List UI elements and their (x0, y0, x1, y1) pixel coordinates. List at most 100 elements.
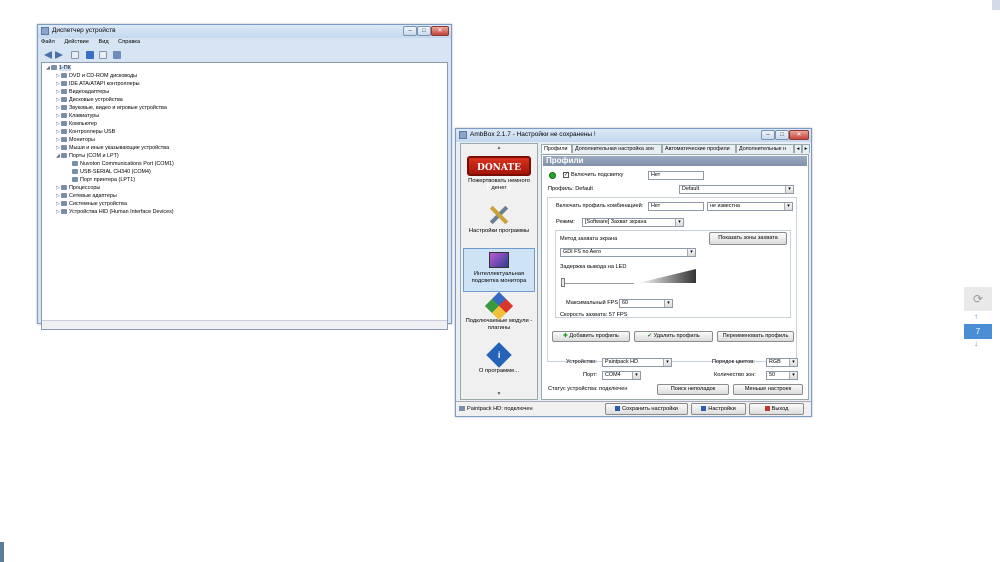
chevron-down-icon: ▾ (664, 300, 672, 307)
back-icon[interactable] (44, 51, 52, 59)
tree-child[interactable]: Nuvoton Communications Port (COM1) (72, 161, 174, 168)
window-title: AmbBox 2.1.7 - Настройки не сохранены ! (470, 131, 596, 138)
minimize-button[interactable]: – (403, 26, 417, 36)
delay-slider-thumb[interactable] (561, 278, 565, 287)
tree-node[interactable]: ▷ Сетевые адаптеры (56, 193, 117, 200)
nav-settings[interactable]: Настройки программы (463, 202, 535, 246)
delete-profile-button[interactable]: ✔ Удалить профиль (634, 331, 713, 342)
add-profile-button[interactable]: ✚ Добавить профиль (552, 331, 630, 342)
menu-file[interactable]: Файл (41, 39, 55, 45)
counter-badge[interactable]: 7 (964, 324, 992, 339)
disk-icon (61, 97, 67, 102)
tree-node[interactable]: ▷ Процессоры (56, 185, 100, 192)
settings-button[interactable]: Настройки (691, 403, 746, 415)
tree-child[interactable]: USB-SERIAL CH340 (COM4) (72, 169, 151, 176)
save-settings-button[interactable]: Сохранить настройки (605, 403, 688, 415)
chevron-down-icon: ▾ (675, 219, 683, 226)
scan-hardware-icon[interactable] (113, 51, 121, 59)
tree-node[interactable]: ▷ Мыши и иные указывающие устройства (56, 145, 169, 152)
title-bar[interactable]: Диспетчер устройств – □ ✕ (38, 25, 451, 38)
chevron-down-icon: ▾ (687, 249, 695, 256)
tab-extra[interactable]: Дополнительные н (736, 144, 794, 153)
tree-node[interactable]: ▷ Дисковые устройства (56, 97, 123, 104)
show-zones-button[interactable]: Показать зоны захвата (709, 232, 787, 245)
nav-about[interactable]: i О программе... (463, 342, 535, 388)
help-icon[interactable] (86, 51, 94, 59)
plugin-icon (484, 291, 514, 321)
scroll-down-arrow[interactable]: ▼ (461, 391, 537, 398)
maximize-button[interactable]: □ (417, 26, 431, 36)
tree-node[interactable]: ▷ Устройства HID (Human Interface Devices… (56, 209, 174, 216)
scroll-down-arrow[interactable]: ↓ (974, 339, 978, 348)
device-label: Устройство: (566, 359, 597, 365)
mouse-icon (61, 145, 67, 150)
forward-icon[interactable] (55, 51, 63, 59)
tree-node[interactable]: ▷ Клавиатуры (56, 113, 99, 120)
menu-view[interactable]: Вид (98, 39, 108, 45)
tab-scroll-left[interactable]: ◂ (794, 144, 802, 153)
device-small-icon (459, 406, 465, 411)
tree-node[interactable]: ▷ Контроллеры USB (56, 129, 115, 136)
hotkey-field[interactable]: Нет (648, 202, 704, 211)
list-icon[interactable] (99, 51, 107, 59)
horizontal-scrollbar[interactable] (42, 320, 447, 329)
scrollbar-edge[interactable] (992, 0, 1000, 10)
tree-node[interactable]: ▷ DVD и CD-ROM дисководы (56, 73, 137, 80)
tree-node[interactable]: ▷ Видеоадаптеры (56, 89, 109, 96)
tab-auto-profiles[interactable]: Автоматические профили (662, 144, 736, 153)
scroll-up-arrow[interactable]: ▲ (461, 145, 537, 152)
enable-light-checkbox[interactable]: ✓ (563, 172, 569, 178)
mode-select[interactable]: [Software] Захват экрана ▾ (582, 218, 684, 227)
tree-node[interactable]: ▷ Системные устройства (56, 201, 127, 208)
maximize-button[interactable]: □ (775, 130, 789, 140)
tree-node[interactable]: ▷ Мониторы (56, 137, 95, 144)
exit-button[interactable]: Выход (749, 403, 804, 415)
panel-title: Профили (543, 156, 807, 166)
device-select[interactable]: Paintpack HD ▾ (602, 358, 672, 367)
menu-action[interactable]: Действие (64, 39, 89, 45)
tree-node[interactable]: ▷ Компьютер (56, 121, 97, 128)
nav-donate[interactable]: DONATE NOW Пожертвовать немного денег (463, 154, 535, 198)
port-select[interactable]: COM4 ▾ (602, 371, 641, 380)
max-fps-label: Максимальный FPS (566, 300, 619, 306)
max-fps-select[interactable]: 60 ▾ (619, 299, 673, 308)
tab-scroll-right[interactable]: ▸ (802, 144, 810, 153)
tree-node[interactable]: ◢ Порты (COM и LPT) (56, 153, 119, 160)
delay-slider-track[interactable] (562, 283, 634, 284)
donate-button[interactable]: DONATE NOW (467, 156, 531, 193)
properties-icon[interactable] (71, 51, 79, 59)
hotkey-state-select[interactable]: не известна ▾ (707, 202, 793, 211)
nav-plugins[interactable]: Подключаемые модули - плагины (463, 291, 535, 338)
enable-light-hotkey[interactable]: Нет (648, 171, 704, 180)
less-settings-button[interactable]: Меньше настроек (733, 384, 803, 395)
close-button[interactable]: ✕ (431, 26, 449, 36)
tab-zones[interactable]: Дополнительная настройка зон (572, 144, 662, 153)
tree-root[interactable]: ◢ 1-ПК (46, 65, 71, 72)
minimize-button[interactable]: – (761, 130, 775, 140)
device-manager-window: Диспетчер устройств – □ ✕ Файл Действие … (37, 24, 452, 330)
chevron-down-icon: ▾ (785, 186, 793, 193)
tree-node[interactable]: ▷ Звуковые, видео и игровые устройства (56, 105, 167, 112)
computer-icon (61, 121, 67, 126)
menu-help[interactable]: Справка (118, 39, 140, 45)
dvd-icon (61, 73, 67, 78)
tree-child[interactable]: Порт принтера (LPT1) (72, 177, 135, 184)
chevron-down-icon: ▾ (789, 372, 797, 379)
nav-panel: ▲ DONATE NOW Пожертвовать немного денег … (460, 143, 538, 400)
profile-select[interactable]: Default ▾ (679, 185, 794, 194)
nav-ambilight[interactable]: Интеллектуальная подсветка монитора (463, 248, 535, 292)
scroll-up-arrow[interactable]: ↑ (974, 312, 978, 321)
capture-method-select[interactable]: GDI FS no Aero ▾ (560, 248, 696, 257)
port-icon (61, 153, 67, 158)
color-order-select[interactable]: RGB ▾ (766, 358, 798, 367)
title-bar[interactable]: AmbBox 2.1.7 - Настройки не сохранены ! … (456, 129, 811, 142)
close-button[interactable]: ✕ (789, 130, 809, 140)
rename-profile-button[interactable]: Переименовать профиль (717, 331, 794, 342)
find-faults-button[interactable]: Поиск неполадок (657, 384, 729, 395)
keyboard-icon (61, 113, 67, 118)
zones-select[interactable]: 50 ▾ (766, 371, 798, 380)
refresh-button[interactable]: ⟳ (964, 287, 992, 311)
tree-node[interactable]: ▷ IDE ATA/ATAPI контроллеры (56, 81, 140, 88)
processor-icon (61, 185, 67, 190)
tab-profiles[interactable]: Профили (541, 144, 572, 153)
